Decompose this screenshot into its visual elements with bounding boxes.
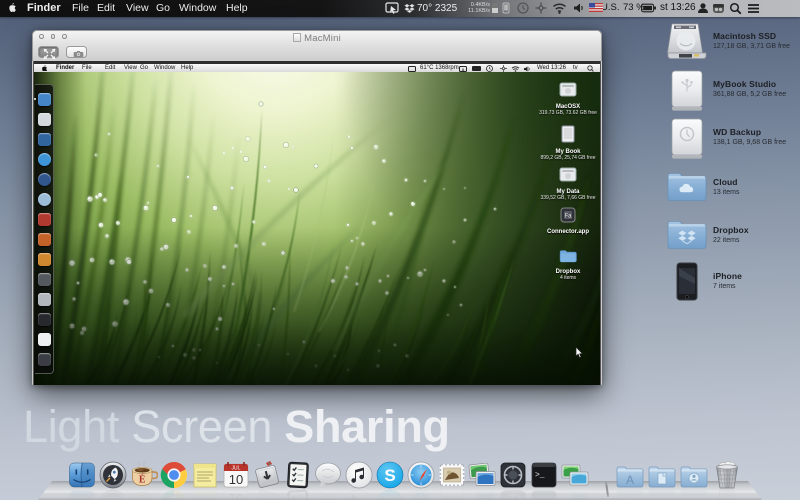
svg-text:S: S [384, 493, 395, 500]
svg-text:É: É [138, 474, 145, 486]
svg-text:>_: >_ [535, 471, 545, 480]
svg-text:10: 10 [229, 472, 243, 487]
svg-text:A: A [626, 491, 634, 500]
svg-text:Fa: Fa [564, 214, 572, 220]
svg-text:JUL: JUL [232, 466, 241, 472]
svg-text:É: É [138, 493, 145, 500]
svg-text:A: A [626, 473, 634, 487]
svg-text:S: S [384, 466, 395, 485]
svg-text:10: 10 [229, 491, 243, 500]
